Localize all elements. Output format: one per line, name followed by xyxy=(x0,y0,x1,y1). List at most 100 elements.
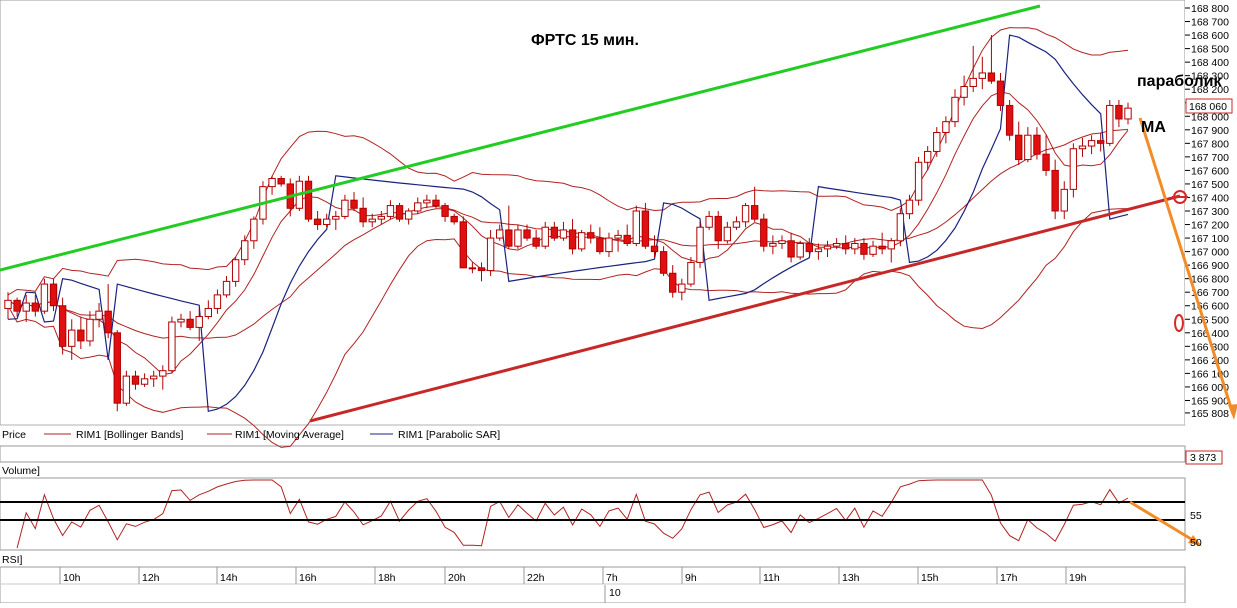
candle-body xyxy=(705,215,713,228)
candle-body xyxy=(978,72,986,79)
candle xyxy=(122,370,131,406)
candle xyxy=(459,216,467,269)
candle-body xyxy=(222,280,231,296)
candle-body xyxy=(687,261,695,285)
price-tick-label: 166 500 xyxy=(1191,314,1229,326)
candle-body xyxy=(796,242,804,258)
chart-root: 168 800 168 700 168 600 168 500 168 400 168 3… xyxy=(0,0,1237,604)
candle-body xyxy=(614,234,622,239)
candle-body xyxy=(669,272,677,293)
candle xyxy=(696,221,704,268)
candle-body xyxy=(350,199,358,209)
legend-ma: RIM1 [Moving Average] xyxy=(235,429,344,441)
candle-body xyxy=(514,229,522,247)
candle xyxy=(168,316,176,374)
candle-body xyxy=(741,205,750,223)
price-tick-label: 168 800 xyxy=(1191,3,1229,15)
candle-body xyxy=(86,318,94,342)
candle-body xyxy=(568,229,577,250)
price-chart: 168 800168 700168 600168 500168 400168 3… xyxy=(0,0,1237,604)
candle-body xyxy=(532,237,540,247)
candle-body xyxy=(550,226,559,239)
candle-body xyxy=(1051,169,1059,212)
legend-bollinger: RIM1 [Bollinger Bands] xyxy=(76,429,183,441)
candle-body xyxy=(22,302,30,312)
candle-body xyxy=(969,77,977,87)
price-tick-label: 167 800 xyxy=(1191,138,1229,150)
candle-body xyxy=(195,316,203,328)
candle-body xyxy=(1060,188,1068,212)
candle-body xyxy=(104,310,112,334)
candle-body xyxy=(441,205,449,217)
candle-body xyxy=(450,215,458,223)
candle-body xyxy=(851,242,859,250)
candle-body xyxy=(432,199,440,207)
price-tick-label: 167 700 xyxy=(1191,152,1229,164)
candle-body xyxy=(951,96,959,123)
price-tick-label: 167 300 xyxy=(1191,206,1229,218)
price-tick-label: 166 200 xyxy=(1191,355,1229,367)
candle xyxy=(113,330,121,412)
candle-body xyxy=(769,242,777,247)
candle-body xyxy=(605,237,613,253)
ma-annotation: МА xyxy=(1141,119,1166,136)
candle-body xyxy=(459,221,467,269)
candle-body xyxy=(505,229,513,247)
candle xyxy=(577,229,586,252)
candle-body xyxy=(650,245,659,253)
candle-body xyxy=(304,180,313,220)
candle xyxy=(40,278,49,314)
candle-body xyxy=(150,375,158,380)
candle-body xyxy=(13,299,21,312)
candle-body xyxy=(577,232,586,250)
volume-panel-bg xyxy=(0,445,1186,463)
candle-body xyxy=(268,178,276,188)
price-tick-label: 167 100 xyxy=(1191,233,1229,245)
time-tick-label: 18h xyxy=(378,572,396,584)
candle-body xyxy=(113,332,121,404)
price-tick-label: 167 200 xyxy=(1191,220,1229,232)
candle-body xyxy=(131,375,140,385)
candle-body xyxy=(942,121,950,134)
price-axis-ticks: 168 800168 700168 600168 500168 400168 3… xyxy=(1185,3,1229,420)
candle-body xyxy=(914,161,923,201)
price-legend: Price RIM1 [Bollinger Bands] RIM1 [Movin… xyxy=(2,429,500,441)
candle xyxy=(1069,143,1078,198)
rsi-panel-bg xyxy=(0,477,1186,551)
candle xyxy=(796,240,804,260)
candle-body xyxy=(496,229,504,239)
candle-body xyxy=(732,221,741,228)
candle-body xyxy=(678,283,686,293)
candle-body xyxy=(1087,140,1096,147)
time-tick-label: 22h xyxy=(527,572,545,584)
candle-body xyxy=(122,375,131,404)
candle-body xyxy=(1078,145,1087,150)
candle-body xyxy=(933,132,941,152)
price-tick-label: 167 500 xyxy=(1191,179,1229,191)
candle-body xyxy=(368,218,376,223)
candle xyxy=(760,213,768,252)
candle-body xyxy=(414,202,422,212)
candle-body xyxy=(778,240,786,244)
candle-body xyxy=(905,199,914,215)
time-tick-label: 16h xyxy=(299,572,317,584)
price-tick-label: 168 600 xyxy=(1191,30,1229,42)
time-tick-label: 9h xyxy=(685,572,697,584)
candle-body xyxy=(277,178,285,185)
candle-body xyxy=(814,248,823,253)
volume-value: 3 873 xyxy=(1190,452,1216,464)
candle-body xyxy=(1005,104,1014,136)
candle-body xyxy=(632,210,640,244)
candle-body xyxy=(1015,134,1023,161)
candle-body xyxy=(860,242,868,255)
parabolic-annotation: параболик xyxy=(1137,73,1222,90)
candle xyxy=(304,175,313,222)
price-tick-label: 168 500 xyxy=(1191,44,1229,56)
price-tick-label: 166 900 xyxy=(1191,260,1229,272)
time-tick-label: 19h xyxy=(1069,572,1087,584)
candle-body xyxy=(596,237,604,253)
time-tick-label: 10h xyxy=(63,572,81,584)
last-price-label: 168 060 xyxy=(1189,101,1227,113)
price-tick-label: 167 000 xyxy=(1191,247,1229,259)
candle-body xyxy=(723,226,732,242)
